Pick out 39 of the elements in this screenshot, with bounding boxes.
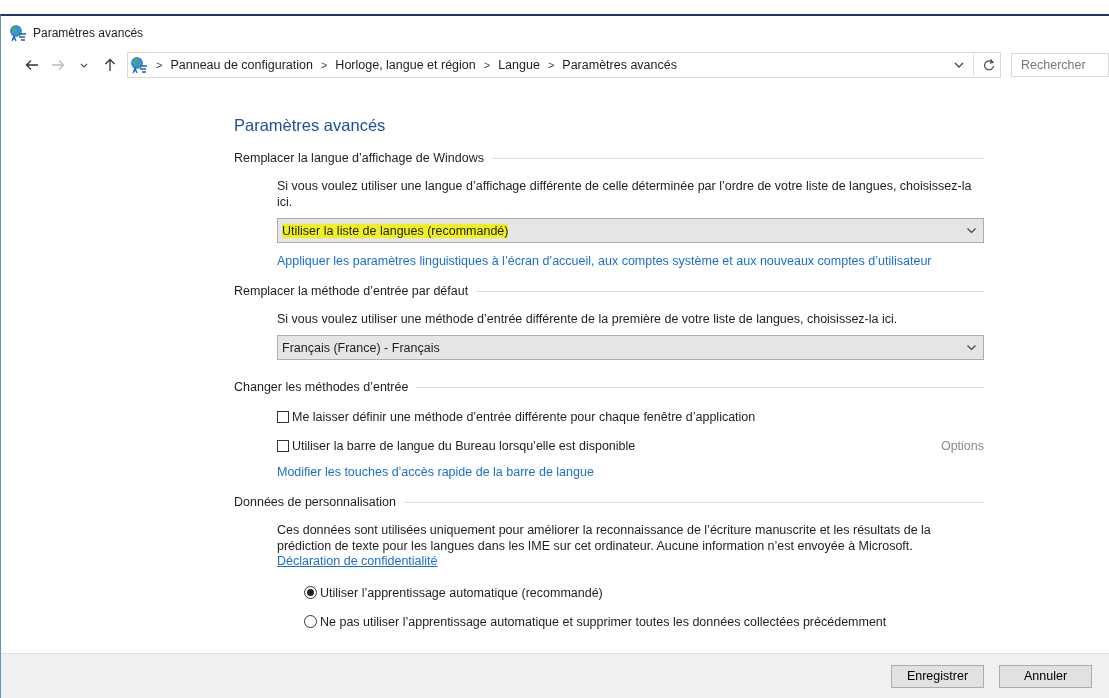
- page-heading: Paramètres avancés: [234, 116, 387, 135]
- chevron-down-icon: [966, 342, 977, 353]
- globe-icon: [130, 56, 148, 74]
- checkbox[interactable]: [277, 410, 289, 423]
- breadcrumb-separator: >: [320, 59, 328, 71]
- description-text: Ces données sont utilisées uniquement pour améliorer la reconnaissance de l’écriture manuscrite et les résultats de la prédiction de texte pour les langues dans les IME sur cet ordinateur. Aucune information n’est envoyée à Microsoft.: [277, 522, 932, 554]
- breadcrumb[interactable]: Panneau de configuration: [170, 58, 313, 72]
- checkbox-label: Utiliser la barre de langue du Bureau lorsqu’elle est disponible: [292, 438, 636, 453]
- section-heading: Changer les méthodes d’entrée: [234, 380, 409, 394]
- save-button[interactable]: Enregistrer: [891, 664, 984, 688]
- breadcrumb[interactable]: Paramètres avancés: [562, 58, 677, 72]
- breadcrumb[interactable]: Horloge, langue et région: [335, 58, 476, 72]
- section-heading: Données de personnalisation: [234, 495, 396, 509]
- breadcrumb-separator: >: [547, 59, 555, 71]
- privacy-link[interactable]: Déclaration de confidentialité: [277, 554, 438, 568]
- window-title: Paramètres avancés: [33, 26, 144, 40]
- refresh-icon[interactable]: [982, 58, 996, 72]
- section-heading: Remplacer la méthode d’entrée par défaut: [234, 284, 469, 298]
- radio-label: Utiliser l’apprentissage automatique (recommandé): [320, 585, 603, 600]
- breadcrumb-separator: >: [483, 59, 491, 71]
- cancel-button[interactable]: Annuler: [999, 664, 1092, 688]
- address-bar[interactable]: > Panneau de configuration > Horloge, langue et région > Langue > Paramètres avancés: [127, 52, 1001, 78]
- description-text: Si vous voulez utiliser une méthode d’entrée différente de la première de votre liste de langues, choisissez-la ici.: [277, 311, 899, 327]
- up-arrow-icon[interactable]: [103, 58, 117, 72]
- back-arrow-icon[interactable]: [25, 58, 39, 72]
- link[interactable]: Modifier les touches d’accès rapide de la barre de langue: [277, 465, 984, 479]
- link[interactable]: Appliquer les paramètres linguistiques à l’écran d’accueil, aux comptes système et aux nouveaux comptes d’utilisateur: [277, 254, 984, 268]
- globe-icon: [9, 24, 27, 42]
- checkbox-label: Me laisser définir une méthode d’entrée différente pour chaque fenêtre d’application: [292, 409, 756, 424]
- chevron-down-icon: [966, 225, 977, 236]
- dropdown[interactable]: Français (France) - Français: [277, 335, 984, 360]
- checkbox[interactable]: [277, 439, 289, 452]
- radio-label: Ne pas utiliser l’apprentissage automatique et supprimer toutes les données collectées précédemment: [320, 614, 887, 629]
- description-text: Si vous voulez utiliser une langue d’affichage différente de celle déterminée par l’ordre de votre liste de langues, choisissez-la ici.: [277, 178, 973, 210]
- breadcrumb[interactable]: Langue: [498, 58, 540, 72]
- breadcrumb-separator: >: [156, 59, 163, 71]
- search-field[interactable]: Rechercher: [1011, 53, 1109, 77]
- dropdown[interactable]: Utiliser la liste de langues (recommandé): [277, 218, 984, 243]
- section-heading: Remplacer la langue d’affichage de Windows: [234, 151, 484, 165]
